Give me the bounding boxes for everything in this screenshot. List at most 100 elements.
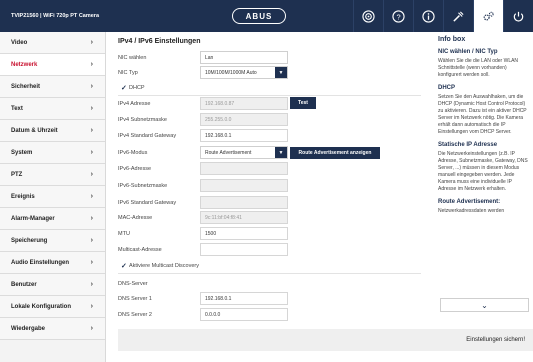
nic-select[interactable]: Lan xyxy=(200,51,288,64)
chevron-right-icon: › xyxy=(90,303,93,310)
nic-select-label: NIC wählen xyxy=(118,54,147,61)
multicast-row: Multicast-Adresse xyxy=(118,243,200,256)
info-text: Setzen Sie den Auswahlhaken, um die DHCP… xyxy=(438,94,527,135)
checkmark-icon: ✓ xyxy=(121,85,127,92)
bullseye-icon[interactable] xyxy=(353,0,383,32)
power-icon[interactable] xyxy=(503,0,533,32)
save-button[interactable]: Einstellungen sichern! xyxy=(466,333,525,347)
chevron-right-icon: › xyxy=(90,171,93,178)
chevron-right-icon: › xyxy=(90,83,93,90)
nic-select-row: NIC wählen xyxy=(118,51,200,64)
sidebar-item-ereignis[interactable]: Ereignis › xyxy=(0,186,105,208)
sidebar-item-lokale-konfiguration[interactable]: Lokale Konfiguration › xyxy=(0,296,105,318)
sidebar-item-label: Lokale Konfiguration xyxy=(11,303,71,310)
sidebar-item-speicherung[interactable]: Speicherung › xyxy=(0,230,105,252)
chevron-right-icon: › xyxy=(90,259,93,266)
sidebar-item-text[interactable]: Text › xyxy=(0,98,105,120)
sidebar-item-label: Ereignis xyxy=(11,193,35,200)
dhcp-checkbox[interactable]: ✓ DHCP xyxy=(121,84,145,92)
sidebar-item-label: Text xyxy=(11,105,23,112)
ipv6-mode-row: IPv6-Modus xyxy=(118,146,200,159)
dhcp-label: DHCP xyxy=(129,85,145,91)
ipv6-mode-value: Route Advertisement xyxy=(205,149,252,156)
sidebar-item-netzwerk[interactable]: Netzwerk › xyxy=(0,54,105,76)
sidebar-item-label: Wiedergabe xyxy=(11,325,45,332)
sidebar-item-label: Video xyxy=(11,39,28,46)
settings-gears-icon[interactable] xyxy=(473,0,503,32)
chevron-right-icon: › xyxy=(90,237,93,244)
sidebar-item-label: System xyxy=(11,149,33,156)
dns-server-label: DNS-Server xyxy=(118,280,148,287)
chevron-down-icon: ⌄ xyxy=(481,300,488,310)
sidebar-item-label: Benutzer xyxy=(11,281,37,288)
ipv6-subnet-field[interactable] xyxy=(200,179,288,192)
ipv6-address-field[interactable] xyxy=(200,162,288,175)
chevron-down-icon: ▼ xyxy=(275,147,287,158)
ipv4-address-label: IPv4 Adresse xyxy=(118,100,151,107)
mac-row: MAC-Adresse xyxy=(118,211,200,224)
help-icon[interactable]: ? xyxy=(383,0,413,32)
dns1-label: DNS Server 1 xyxy=(118,295,152,302)
chevron-right-icon: › xyxy=(90,127,93,134)
camera-title: TVIP21560 | WiFi 720p PT Camera xyxy=(11,13,99,19)
multicast-discovery-label: Aktiviere Multicast Discovery xyxy=(129,263,199,269)
nic-type-select[interactable]: 10M/100M/1000M Auto ▼ xyxy=(200,66,288,79)
sidebar-item-datum-uhrzeit[interactable]: Datum & Uhrzeit › xyxy=(0,120,105,142)
mac-label: MAC-Adresse xyxy=(118,214,153,221)
chevron-right-icon: › xyxy=(90,215,93,222)
info-icon[interactable] xyxy=(413,0,443,32)
ipv4-subnet-row: IPv4 Subnetzmaske xyxy=(118,113,200,126)
dns2-row: DNS Server 2 xyxy=(118,308,200,321)
sidebar-item-label: Audio Einstellungen xyxy=(11,259,69,266)
nic-type-value: 10M/100M/1000M Auto xyxy=(205,69,257,76)
info-text: Wählen Sie die die LAN oder WLAN Schnitt… xyxy=(438,58,519,78)
chevron-right-icon: › xyxy=(90,105,93,112)
ipv4-address-row: IPv4 Adresse xyxy=(118,97,200,110)
info-heading: NIC wählen / NIC Typ xyxy=(438,49,498,55)
nic-select-value: Lan xyxy=(205,54,214,61)
ipv6-address-row: IPv6-Adresse xyxy=(118,162,200,175)
dns2-field[interactable]: 0.0.0.0 xyxy=(200,308,288,321)
svg-text:?: ? xyxy=(396,12,400,21)
multicast-field[interactable] xyxy=(200,243,288,256)
ipv6-mode-select[interactable]: Route Advertisement ▼ xyxy=(200,146,288,159)
ipv4-subnet-label: IPv4 Subnetzmaske xyxy=(118,116,167,123)
sidebar-item-alarm-manager[interactable]: Alarm-Manager › xyxy=(0,208,105,230)
abus-logo: ABUS xyxy=(232,8,286,24)
test-button[interactable]: Test xyxy=(290,97,316,109)
multicast-label: Multicast-Adresse xyxy=(118,246,162,253)
mtu-row: MTU xyxy=(118,227,200,240)
route-advertisement-button[interactable]: Route Advertisement anzeigen xyxy=(290,147,380,159)
info-box-title: Info box xyxy=(438,36,466,43)
info-heading: Route Advertisement: xyxy=(438,199,501,205)
chevron-right-icon: › xyxy=(90,325,93,332)
divider xyxy=(118,273,421,274)
ipv4-gateway-row: IPv4 Standard Gateway xyxy=(118,129,200,142)
chevron-right-icon: › xyxy=(90,193,93,200)
sidebar-item-label: Netzwerk xyxy=(11,61,38,68)
ipv4-subnet-field[interactable]: 255.255.0.0 xyxy=(200,113,288,126)
sidebar-item-ptz[interactable]: PTZ › xyxy=(0,164,105,186)
mtu-field[interactable]: 1500 xyxy=(200,227,288,240)
sidebar-item-benutzer[interactable]: Benutzer › xyxy=(0,274,105,296)
chevron-right-icon: › xyxy=(90,61,93,68)
sidebar-item-audio[interactable]: Audio Einstellungen › xyxy=(0,252,105,274)
divider xyxy=(118,95,421,96)
sidebar-item-sicherheit[interactable]: Sicherheit › xyxy=(0,76,105,98)
sidebar-item-wiedergabe[interactable]: Wiedergabe › xyxy=(0,318,105,340)
ipv6-gateway-field[interactable] xyxy=(200,196,288,209)
ipv4-address-field[interactable]: 192.168.0.87 xyxy=(200,97,288,110)
sidebar: Video › Netzwerk › Sicherheit › Text › Datum… xyxy=(0,32,106,362)
top-bar: TVIP21560 | WiFi 720p PT Camera ABUS ? xyxy=(0,0,533,32)
tools-icon[interactable] xyxy=(443,0,473,32)
ipv6-address-label: IPv6-Adresse xyxy=(118,165,152,172)
dns1-field[interactable]: 192.168.0.1 xyxy=(200,292,288,305)
sidebar-item-video[interactable]: Video › xyxy=(0,32,105,54)
nic-type-row: NIC Typ xyxy=(118,66,200,79)
sidebar-item-label: Datum & Uhrzeit xyxy=(11,127,58,134)
multicast-discovery-checkbox[interactable]: ✓ Aktiviere Multicast Discovery xyxy=(121,262,199,270)
dns1-row: DNS Server 1 xyxy=(118,292,200,305)
ipv4-gateway-field[interactable]: 192.168.0.1 xyxy=(200,129,288,142)
info-scroll-down-button[interactable]: ⌄ xyxy=(440,298,529,312)
sidebar-item-system[interactable]: System › xyxy=(0,142,105,164)
